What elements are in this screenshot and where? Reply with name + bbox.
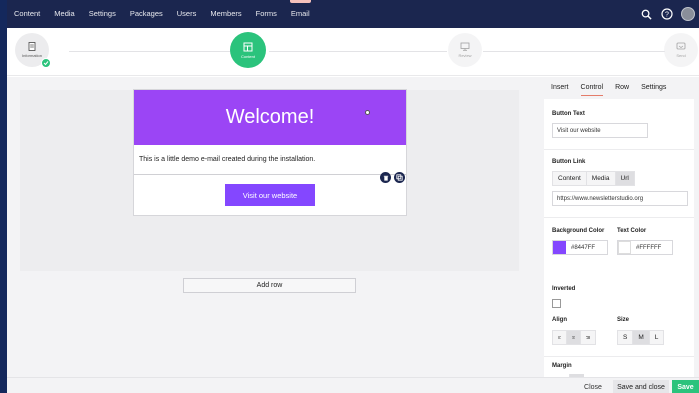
step-label: Content <box>240 53 255 59</box>
link-type-selector: Content Media Url <box>552 171 635 186</box>
background-color-swatch[interactable] <box>553 241 566 254</box>
layout-icon <box>243 42 253 51</box>
step-label: Review <box>458 53 472 58</box>
copy-icon[interactable] <box>394 172 405 183</box>
button-link-label: Button Link <box>552 159 586 165</box>
nav-items: Content Media Settings Packages Users Me… <box>7 0 317 28</box>
link-url-input[interactable]: https://www.newsletterstudio.org <box>552 191 688 206</box>
tab-control[interactable]: Control <box>580 77 603 99</box>
document-icon <box>28 42 36 51</box>
stepper-line <box>269 51 447 52</box>
nav-item-users[interactable]: Users <box>170 0 204 28</box>
tab-settings[interactable]: Settings <box>641 77 666 99</box>
step-review[interactable]: Review <box>448 33 482 67</box>
email-body-text[interactable]: This is a little demo e-mail created dur… <box>139 156 315 163</box>
margin-label: Margin <box>552 363 572 369</box>
stepper-line <box>69 51 235 52</box>
divider <box>544 217 694 218</box>
divider <box>544 149 694 150</box>
size-selector: S M L <box>617 330 665 345</box>
size-l[interactable]: L <box>649 331 664 344</box>
delete-icon[interactable] <box>380 172 391 183</box>
check-icon <box>41 58 51 68</box>
control-settings-card: Button Text Visit our website Button Lin… <box>544 99 694 389</box>
help-icon[interactable]: ? <box>660 7 674 21</box>
search-icon[interactable] <box>639 7 653 21</box>
inverted-label: Inverted <box>552 286 576 292</box>
close-button[interactable]: Close <box>580 380 606 393</box>
button-text-label: Button Text <box>552 111 585 117</box>
email-cta-button[interactable]: Visit our website <box>225 184 315 206</box>
panel-tabs: Insert Control Row Settings <box>540 77 699 99</box>
step-label: Send <box>676 53 686 58</box>
background-color-label: Background Color <box>552 228 605 234</box>
email-heading: Welcome! <box>225 106 315 128</box>
user-avatar[interactable] <box>681 7 695 21</box>
send-icon <box>676 42 686 50</box>
nav-item-settings[interactable]: Settings <box>82 0 123 28</box>
monitor-icon <box>460 42 470 51</box>
nav-item-content[interactable]: Content <box>7 0 47 28</box>
size-s[interactable]: S <box>618 331 634 344</box>
email-preview[interactable]: Welcome! This is a little demo e-mail cr… <box>133 89 407 216</box>
inverted-checkbox[interactable] <box>552 299 561 308</box>
mouse-cursor <box>365 110 370 115</box>
align-right-icon[interactable] <box>581 331 595 344</box>
svg-text:?: ? <box>665 12 669 19</box>
add-row-button[interactable]: Add row <box>183 278 356 293</box>
stepper-line <box>483 51 665 52</box>
link-type-content[interactable]: Content <box>553 172 587 185</box>
align-label: Align <box>552 317 567 323</box>
tab-insert[interactable]: Insert <box>551 77 569 99</box>
email-stepper: Information Content Review Send <box>7 28 699 76</box>
link-type-media[interactable]: Media <box>586 172 616 185</box>
button-text-input[interactable]: Visit our website <box>552 123 648 138</box>
nav-item-packages[interactable]: Packages <box>123 0 170 28</box>
align-center-icon[interactable] <box>567 331 581 344</box>
email-banner[interactable]: Welcome! <box>134 90 406 145</box>
save-button[interactable]: Save <box>672 380 699 393</box>
link-type-url[interactable]: Url <box>615 172 634 185</box>
row-divider <box>134 174 406 175</box>
properties-panel: Insert Control Row Settings Button Text … <box>540 77 699 389</box>
step-information[interactable]: Information <box>15 33 51 68</box>
app-window: Content Media Settings Packages Users Me… <box>7 0 699 393</box>
nav-item-media[interactable]: Media <box>47 0 81 28</box>
step-content[interactable]: Content <box>230 32 266 68</box>
align-selector <box>552 330 596 345</box>
tab-row[interactable]: Row <box>615 77 629 99</box>
text-color-swatch[interactable] <box>618 241 631 254</box>
top-navigation: Content Media Settings Packages Users Me… <box>7 0 699 28</box>
align-left-icon[interactable] <box>553 331 567 344</box>
text-color-value: #FFFFFF <box>636 244 662 251</box>
nav-tools: ? <box>639 0 695 28</box>
nav-item-forms[interactable]: Forms <box>249 0 284 28</box>
divider <box>544 356 694 357</box>
step-send[interactable]: Send <box>664 33 698 67</box>
save-and-close-button[interactable]: Save and close <box>613 380 669 393</box>
background-color-value: #8447FF <box>571 244 596 251</box>
nav-item-email[interactable]: Email <box>284 0 317 28</box>
step-label: Information <box>21 53 42 58</box>
footer-bar: Close Save and close Save <box>7 377 699 393</box>
size-m[interactable]: M <box>633 331 650 344</box>
size-label: Size <box>617 317 630 323</box>
text-color-label: Text Color <box>617 228 647 234</box>
nav-item-members[interactable]: Members <box>203 0 248 28</box>
